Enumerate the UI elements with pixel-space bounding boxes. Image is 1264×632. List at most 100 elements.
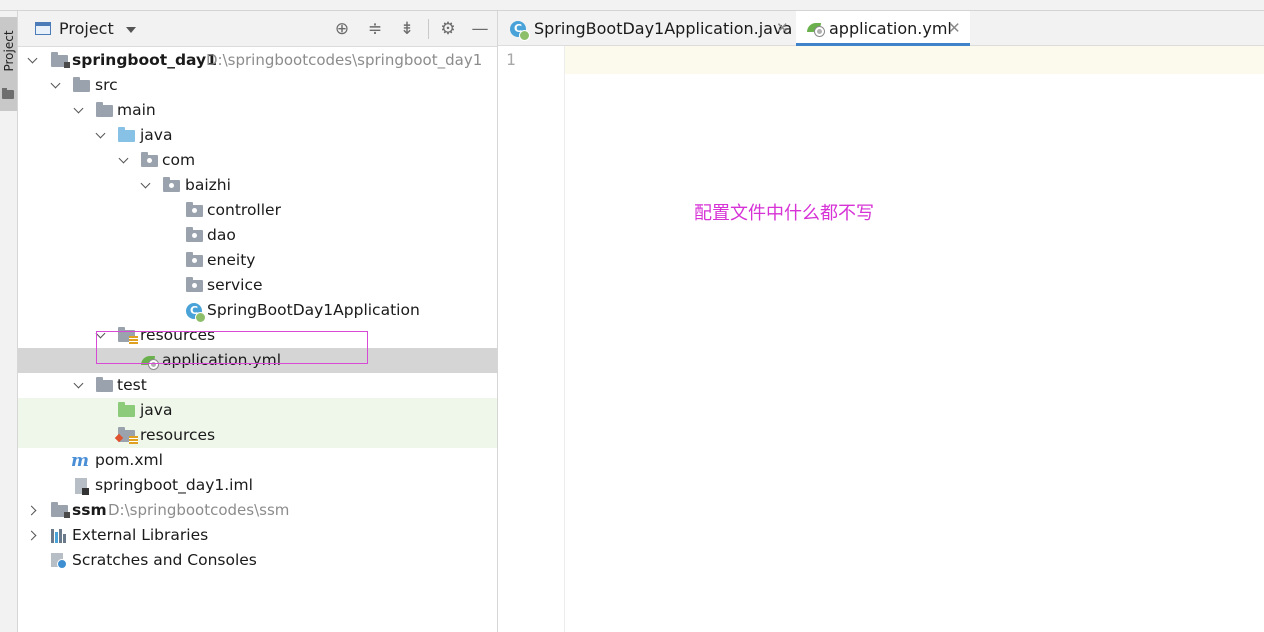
tree-node-dao[interactable]: dao	[18, 223, 497, 248]
tree-node-service[interactable]: service	[18, 273, 497, 298]
chevron-down-icon[interactable]	[73, 373, 85, 398]
tree-node-path: D:\springbootcodes\springboot_day1	[206, 51, 483, 69]
annotation-text: 配置文件中什么都不写	[694, 203, 874, 224]
line-number: 1	[506, 50, 516, 69]
tree-node-label: application.yml	[162, 351, 282, 369]
collapse-all-icon[interactable]: ⇟	[397, 19, 417, 39]
tree-node-label: java	[140, 401, 173, 419]
tree-node-test[interactable]: test	[18, 373, 497, 398]
tree-node-label: eneity	[207, 251, 256, 269]
package-icon	[186, 202, 203, 217]
close-icon[interactable]: ✕	[776, 11, 789, 46]
tree-node-label: test	[117, 376, 147, 394]
tree-node-src[interactable]: src	[18, 73, 497, 98]
folder-icon	[96, 377, 113, 392]
toolbar-divider	[428, 19, 429, 39]
chevron-down-icon[interactable]	[95, 123, 107, 148]
tree-node-baizhi[interactable]: baizhi	[18, 173, 497, 198]
package-icon	[186, 227, 203, 242]
tree-node-pom[interactable]: m pom.xml	[18, 448, 497, 473]
chevron-down-icon[interactable]	[27, 48, 39, 73]
tree-node-label: resources	[140, 326, 216, 344]
tree-node-label: External Libraries	[72, 526, 209, 544]
tree-node-application-yml[interactable]: application.yml	[18, 348, 497, 373]
chevron-down-icon[interactable]	[73, 98, 85, 123]
tree-node-ssm[interactable]: ssm D:\springbootcodes\ssm	[18, 498, 497, 523]
tree-node-com[interactable]: com	[18, 148, 497, 173]
tree-node-iml[interactable]: springboot_day1.iml	[18, 473, 497, 498]
spring-yml-icon	[806, 22, 824, 36]
tree-node-label: dao	[207, 226, 236, 244]
tree-node-label: controller	[207, 201, 281, 219]
tool-window-strip: Project	[0, 11, 18, 632]
module-folder-icon	[51, 502, 70, 518]
spring-class-icon: C	[186, 303, 206, 323]
project-tree: springboot_day1 D:\springbootcodes\sprin…	[18, 48, 497, 573]
project-panel-header: Project ⊕ ≑ ⇟ ⚙ —	[18, 11, 497, 47]
maven-icon: m	[71, 451, 89, 471]
spring-yml-icon	[140, 355, 158, 369]
tab-springbootday1application[interactable]: C SpringBootDay1Application.java ✕	[506, 11, 798, 46]
tree-node-label: baizhi	[185, 176, 231, 194]
project-tool-tab-label: Project	[2, 30, 16, 72]
tree-node-label: service	[207, 276, 263, 294]
dropdown-caret-icon[interactable]	[126, 27, 136, 33]
hide-panel-icon[interactable]: —	[470, 19, 490, 39]
gear-icon[interactable]: ⚙	[438, 19, 458, 39]
tree-node-test-resources[interactable]: resources	[18, 423, 497, 448]
chevron-down-icon[interactable]	[118, 148, 130, 173]
tree-node-java[interactable]: java	[18, 123, 497, 148]
locate-icon[interactable]: ⊕	[332, 19, 352, 39]
tree-node-label: springboot_day1	[72, 51, 217, 69]
chevron-down-icon[interactable]	[140, 173, 152, 198]
tree-node-label: ssm	[72, 501, 107, 519]
tree-node-controller[interactable]: controller	[18, 198, 497, 223]
chevron-down-icon[interactable]	[50, 73, 62, 98]
module-folder-icon	[51, 52, 70, 68]
chevron-down-icon[interactable]	[95, 323, 107, 348]
tree-node-test-java[interactable]: java	[18, 398, 497, 423]
tree-node-app-class[interactable]: C SpringBootDay1Application	[18, 298, 497, 323]
project-view-selector[interactable]: Project	[59, 19, 114, 38]
tree-node-label: java	[140, 126, 173, 144]
project-tool-tab[interactable]: Project	[0, 17, 17, 111]
tree-node-label: resources	[140, 426, 216, 444]
tree-node-label: pom.xml	[95, 451, 163, 469]
tree-node-scratches[interactable]: Scratches and Consoles	[18, 548, 497, 573]
tree-node-label: springboot_day1.iml	[95, 476, 253, 494]
editor-tab-bar: C SpringBootDay1Application.java ✕ appli…	[498, 11, 1264, 46]
chevron-right-icon[interactable]	[28, 523, 40, 548]
tab-application-yml[interactable]: application.yml ✕	[796, 11, 970, 46]
tree-node-label: SpringBootDay1Application	[207, 301, 420, 319]
tree-node-label: Scratches and Consoles	[72, 551, 257, 569]
tree-node-label: src	[95, 76, 118, 94]
libraries-icon	[51, 529, 67, 543]
tab-label: SpringBootDay1Application.java	[534, 19, 793, 38]
folder-icon	[73, 77, 90, 92]
close-icon[interactable]: ✕	[948, 11, 961, 46]
tree-node-label: com	[162, 151, 196, 169]
test-resources-folder-icon	[114, 427, 138, 444]
module-file-icon	[75, 478, 89, 495]
chevron-right-icon[interactable]	[28, 498, 40, 523]
package-icon	[186, 277, 203, 292]
package-icon	[163, 177, 180, 192]
title-strip	[0, 0, 1264, 11]
tree-node-eneity[interactable]: eneity	[18, 248, 497, 273]
expand-all-icon[interactable]: ≑	[365, 19, 385, 39]
tab-label: application.yml	[829, 19, 952, 38]
tree-node-path: D:\springbootcodes\ssm	[108, 501, 290, 519]
tree-node-resources[interactable]: resources	[18, 323, 497, 348]
folder-icon	[96, 102, 113, 117]
tree-node-main[interactable]: main	[18, 98, 497, 123]
editor-gutter: 1	[498, 46, 565, 632]
code-editor[interactable]	[566, 46, 1264, 632]
tree-node-external-libraries[interactable]: External Libraries	[18, 523, 497, 548]
project-panel: Project ⊕ ≑ ⇟ ⚙ — springboot_day1 D:\spr…	[18, 11, 498, 632]
spring-class-icon: C	[510, 21, 530, 41]
ide-window: Project Project ⊕ ≑ ⇟ ⚙ — springboot_day…	[0, 0, 1264, 632]
resources-folder-icon	[118, 327, 138, 344]
tree-node-root[interactable]: springboot_day1 D:\springbootcodes\sprin…	[18, 48, 497, 73]
project-view-icon	[35, 22, 51, 35]
package-icon	[186, 252, 203, 267]
